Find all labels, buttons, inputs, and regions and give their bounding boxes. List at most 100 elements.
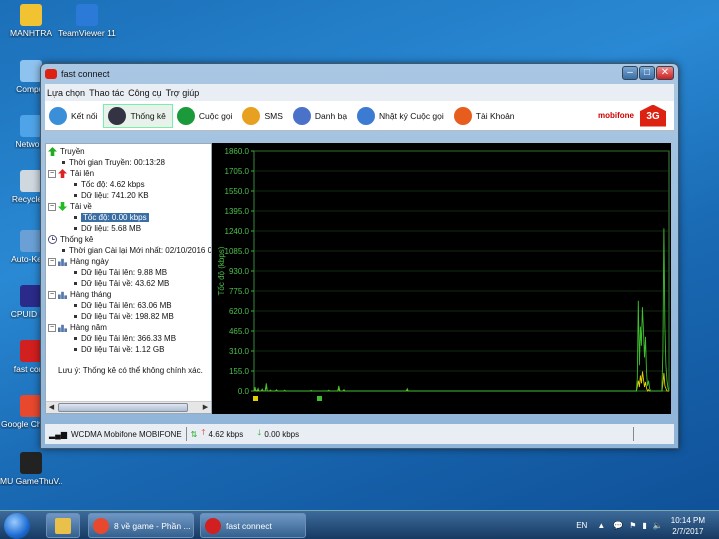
volume-icon[interactable]: 🔈 bbox=[653, 521, 663, 530]
tree-leaf-daily-up[interactable]: Dữ liệu Tải lên: 9.88 MB bbox=[72, 267, 167, 278]
language-indicator[interactable]: EN bbox=[576, 521, 587, 530]
scroll-left-arrow-icon[interactable]: ◀ bbox=[46, 402, 57, 413]
y-tick-label: 775.0 bbox=[229, 287, 250, 296]
legend-entry: Tốc độ Tải về bbox=[316, 394, 372, 403]
status-bar: ▂▄▆ WCDMA Mobifone MOBIFONE ⇅ 🡑 4.62 kbp… bbox=[45, 424, 674, 444]
tree-node-download[interactable]: − Tải về bbox=[48, 201, 92, 212]
y-tick-label: 0.0 bbox=[238, 387, 250, 396]
bar-chart-icon bbox=[58, 258, 67, 266]
toolbar-button-account[interactable]: Tài Khoản bbox=[450, 104, 521, 128]
tree-leaf-daily-down[interactable]: Dữ liệu Tải về: 43.62 MB bbox=[72, 278, 169, 289]
clock[interactable]: 10:14 PM 2/7/2017 bbox=[671, 515, 705, 537]
3g-logo: 3G bbox=[640, 104, 666, 127]
y-tick-label: 930.0 bbox=[229, 267, 250, 276]
desktop-app-icon bbox=[20, 115, 42, 137]
desktop-icon[interactable]: TeamViewer 11 bbox=[56, 4, 118, 38]
account-icon bbox=[453, 106, 472, 125]
collapse-toggle[interactable]: − bbox=[48, 323, 56, 332]
legend-entry: Tốc độ Tải lên bbox=[253, 394, 311, 403]
collapse-toggle[interactable]: − bbox=[48, 290, 56, 299]
fast-connect-window: fast connect – □ ✕ Lựa chọn Thao tác Côn… bbox=[40, 63, 679, 449]
menu-item-options[interactable]: Lựa chọn bbox=[47, 88, 85, 98]
toolbar-button-connect[interactable]: Kết nối bbox=[45, 104, 103, 128]
y-axis-label: Tốc độ (kbps) bbox=[217, 246, 226, 295]
taskbar-item-chrome[interactable]: 8 về game - Phần ... bbox=[88, 513, 194, 538]
tree-node-daily[interactable]: − Hàng ngày bbox=[48, 256, 109, 267]
menu-item-actions[interactable]: Thao tác bbox=[89, 88, 124, 98]
menu-item-help[interactable]: Trợ giúp bbox=[166, 88, 200, 98]
download-arrow-icon bbox=[58, 202, 67, 211]
chrome-icon bbox=[93, 517, 109, 534]
clock-time: 10:14 PM bbox=[670, 515, 705, 525]
tree-leaf-upload-speed[interactable]: Tốc độ: 4.62 kbps bbox=[72, 179, 145, 190]
collapse-toggle[interactable]: − bbox=[48, 169, 56, 178]
maximize-button[interactable]: □ bbox=[639, 66, 655, 80]
toolbar-button-phone[interactable]: Cuộc gọi bbox=[173, 104, 239, 128]
y-tick-label: 1395.0 bbox=[225, 207, 250, 216]
tree-leaf-upload-data[interactable]: Dữ liệu: 741.20 KB bbox=[72, 190, 149, 201]
toolbar-button-sms[interactable]: SMS bbox=[238, 104, 288, 128]
tree-leaf-download-data[interactable]: Dữ liệu: 5.68 MB bbox=[72, 223, 141, 234]
folder-icon bbox=[55, 517, 71, 534]
start-button[interactable] bbox=[4, 513, 30, 539]
close-button[interactable]: ✕ bbox=[656, 66, 674, 80]
desktop-icon[interactable]: MU GameThuV... bbox=[0, 452, 62, 486]
legend-swatch bbox=[253, 396, 258, 401]
scroll-thumb[interactable] bbox=[58, 403, 188, 412]
desktop-app-icon bbox=[20, 170, 42, 192]
chat-icon[interactable]: 💬 bbox=[613, 521, 623, 530]
desktop-app-icon bbox=[20, 60, 42, 82]
desktop-app-icon bbox=[20, 230, 42, 252]
toolbar-button-statistics[interactable]: Thống kê bbox=[103, 103, 173, 128]
y-tick-label: 1860.0 bbox=[225, 147, 250, 156]
tree-leaf-download-speed[interactable]: Tốc độ: 0.00 kbps bbox=[72, 212, 149, 223]
flag-icon[interactable]: ⚑ bbox=[629, 521, 636, 530]
network-icon[interactable]: ▮ bbox=[642, 521, 646, 530]
tree-leaf-monthly-up[interactable]: Dữ liệu Tải lên: 63.06 MB bbox=[72, 300, 172, 311]
fast-connect-icon bbox=[205, 517, 221, 534]
statistics-icon bbox=[108, 106, 127, 125]
desktop-icon[interactable]: MANHTRA bbox=[0, 4, 62, 38]
download-arrow-icon: 🡓 bbox=[257, 428, 262, 437]
speed-chart: 1860.0 1705.0 1550.0 1395.0 1240.0 1085.0 930.… bbox=[212, 143, 671, 414]
tree-leaf-reset-time[interactable]: Thời gian Cài lại Mới nhất: 02/10/2016 0… bbox=[60, 245, 211, 256]
connect-icon bbox=[49, 106, 67, 125]
y-tick-label: 1550.0 bbox=[225, 187, 250, 196]
y-tick-label: 620.0 bbox=[229, 307, 250, 316]
tree-leaf-yearly-up[interactable]: Dữ liệu Tải lên: 366.33 MB bbox=[72, 333, 176, 344]
tree-leaf-yearly-down[interactable]: Dữ liệu Tải về: 1.12 GB bbox=[72, 344, 164, 355]
toolbar: Kết nối Thống kê Cuộc gọi SMS Danh bạ Nhật ký… bbox=[45, 101, 674, 131]
tree-node-yearly[interactable]: − Hàng năm bbox=[48, 322, 107, 333]
tree-leaf-transfer-time[interactable]: Thời gian Truyền: 00:13:28 bbox=[60, 157, 165, 168]
tray-arrow-icon[interactable]: ▲ bbox=[597, 521, 605, 530]
bar-chart-icon bbox=[58, 291, 67, 299]
toolbar-button-call-log[interactable]: Nhật ký Cuộc gọi bbox=[353, 104, 450, 128]
status-download-speed: 0.00 kbps bbox=[264, 429, 300, 439]
taskbar-item-fast-connect[interactable]: fast connect bbox=[200, 513, 306, 538]
minimize-button[interactable]: – bbox=[622, 66, 638, 80]
chart-legend: Tốc độ Tải lên Tốc độ Tải về bbox=[253, 394, 372, 403]
tree-node-statistics[interactable]: Thống kê bbox=[48, 234, 93, 245]
tree-leaf-monthly-down[interactable]: Dữ liệu Tải về: 198.82 MB bbox=[72, 311, 174, 322]
tree-horizontal-scrollbar[interactable]: ◀ ▶ bbox=[46, 401, 211, 413]
toolbar-button-contacts[interactable]: Danh bạ bbox=[289, 104, 353, 128]
window-title: fast connect bbox=[61, 69, 110, 79]
desktop-app-icon bbox=[20, 4, 42, 26]
desktop-app-icon bbox=[76, 4, 98, 26]
contacts-icon bbox=[292, 106, 311, 125]
speed-chart-svg: 1860.0 1705.0 1550.0 1395.0 1240.0 1085.0 930.… bbox=[217, 147, 670, 396]
collapse-toggle[interactable]: − bbox=[48, 202, 56, 211]
title-bar[interactable]: fast connect bbox=[41, 64, 678, 84]
y-tick-label: 1240.0 bbox=[225, 227, 250, 236]
y-tick-label: 1705.0 bbox=[225, 167, 250, 176]
tree-node-monthly[interactable]: − Hàng tháng bbox=[48, 289, 111, 300]
menu-item-tools[interactable]: Công cụ bbox=[128, 88, 162, 98]
collapse-toggle[interactable]: − bbox=[48, 257, 56, 266]
file-explorer-button[interactable] bbox=[46, 513, 80, 538]
scroll-right-arrow-icon[interactable]: ▶ bbox=[200, 402, 211, 413]
desktop-app-icon bbox=[20, 340, 42, 362]
desktop-app-icon bbox=[20, 452, 42, 474]
sms-icon bbox=[242, 106, 261, 125]
tree-node-upload[interactable]: − Tải lên bbox=[48, 168, 94, 179]
tree-node-transfer[interactable]: Truyền bbox=[48, 146, 85, 157]
